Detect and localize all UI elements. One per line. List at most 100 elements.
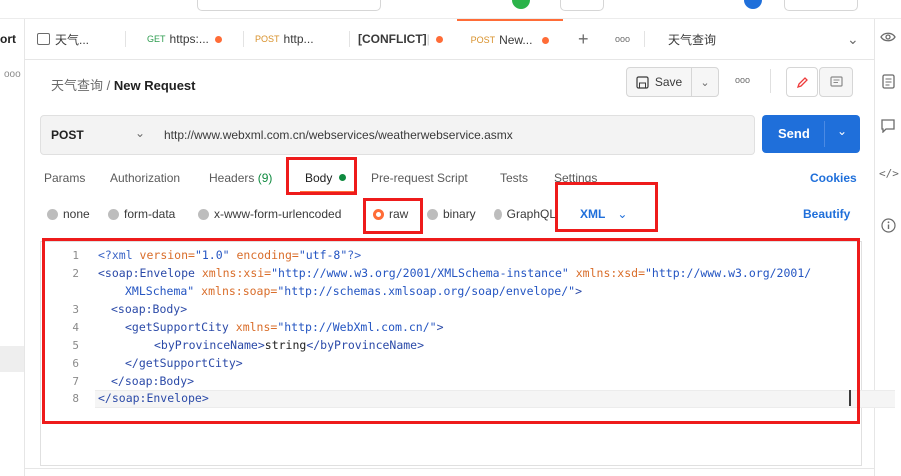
- tab-prerequest-script[interactable]: Pre-request Script: [371, 171, 468, 185]
- line-number: 7: [72, 375, 79, 388]
- comments-icon[interactable]: [879, 119, 897, 137]
- code-line: <soap:Body>: [111, 302, 187, 316]
- unsaved-dot-icon: [542, 36, 550, 44]
- sidebar-more-icon[interactable]: ooo: [4, 69, 21, 80]
- save-icon: [636, 75, 649, 89]
- body-editor[interactable]: 1 2 3 4 5 6 7 8 <?xml version="1.0" enco…: [40, 241, 895, 466]
- send-button[interactable]: Send ⌄: [762, 115, 860, 153]
- documentation-icon[interactable]: [879, 74, 897, 92]
- line-number: 4: [72, 321, 79, 334]
- tab-weather[interactable]: 天气...: [37, 19, 89, 59]
- tab-get-https[interactable]: GET https:...: [147, 19, 222, 59]
- left-sidebar: ort ooo: [0, 19, 25, 476]
- xml-attr: xmlns:xsd=: [568, 266, 645, 280]
- xml-value: "http://www.w3.org/2001/: [645, 266, 812, 280]
- xml-value: "http://WebXml.com.cn/": [277, 320, 437, 334]
- new-tab-button[interactable]: +: [578, 19, 589, 59]
- request-name[interactable]: New Request: [114, 78, 196, 93]
- format-label: XML: [580, 207, 606, 221]
- tab-authorization[interactable]: Authorization: [110, 171, 180, 185]
- xml-value: "http://schemas.xmlsoap.org/soap/envelop…: [277, 284, 576, 298]
- code-line: <?xml version="1.0" encoding="utf-8"?>: [98, 248, 361, 262]
- tab-headers[interactable]: Headers (9): [209, 171, 272, 185]
- comments-button[interactable]: [819, 67, 853, 97]
- xml-attr: xmlns:xsi=: [194, 266, 272, 280]
- xml-value: "1.0": [194, 248, 230, 262]
- tab-method: POST: [255, 34, 280, 44]
- tab-body[interactable]: Body: [305, 171, 346, 185]
- environment-label: 天气查询: [668, 32, 717, 47]
- tab-divider: [349, 31, 350, 47]
- tab-label: New...: [499, 33, 533, 47]
- panel-divider: [25, 468, 874, 469]
- search-bar[interactable]: [197, 0, 381, 11]
- xml-attr: xmlns=: [228, 320, 278, 334]
- radio-circle: [47, 208, 58, 220]
- radio-urlencoded[interactable]: x-www-form-urlencoded: [198, 207, 341, 221]
- tab-divider: [243, 31, 244, 47]
- line-number: 6: [72, 357, 79, 370]
- line-number: 5: [72, 339, 79, 352]
- xml-value: "utf-8": [298, 248, 348, 262]
- code-line: </soap:Envelope>: [98, 391, 209, 405]
- environment-selector[interactable]: 天气查询: [668, 19, 716, 59]
- method-label: POST: [51, 128, 84, 142]
- pencil-icon: [796, 76, 808, 88]
- tab-tests[interactable]: Tests: [500, 171, 528, 185]
- invite-button[interactable]: [560, 0, 604, 11]
- sync-status-icon[interactable]: [512, 0, 530, 9]
- eye-icon[interactable]: [879, 30, 897, 48]
- tab-label-faded: |: [426, 32, 430, 46]
- info-icon[interactable]: [879, 218, 897, 236]
- radio-label: binary: [443, 207, 476, 221]
- sidebar-import-label[interactable]: ort: [0, 32, 16, 46]
- xml-value: XMLSchema": [125, 284, 195, 298]
- line-number: 1: [72, 249, 79, 262]
- xml-tag: </soap:Body>: [111, 374, 195, 388]
- upgrade-button[interactable]: [784, 0, 858, 11]
- avatar[interactable]: [744, 0, 762, 9]
- save-dropdown-button[interactable]: ⌄: [691, 67, 719, 97]
- chevron-down-icon[interactable]: ⌄: [837, 124, 847, 138]
- code-snippet-icon[interactable]: </>: [879, 165, 899, 183]
- radio-label: GraphQL: [506, 207, 556, 221]
- line-number: 3: [72, 303, 79, 316]
- tab-settings[interactable]: Settings: [554, 171, 597, 185]
- line-number: 2: [72, 267, 79, 280]
- tab-method: POST: [470, 35, 496, 45]
- tab-post-http[interactable]: POST http...: [255, 19, 314, 59]
- radio-circle: [427, 208, 438, 220]
- save-button[interactable]: Save: [626, 67, 692, 97]
- sidebar-selected-item[interactable]: [0, 346, 24, 372]
- tab-new-request[interactable]: POST New...: [457, 19, 563, 59]
- method-select[interactable]: POST ⌄: [40, 115, 156, 155]
- radio-graphql[interactable]: GraphQL: [494, 207, 556, 221]
- request-tab-icon: [37, 33, 50, 45]
- active-tab-underline: [300, 191, 356, 193]
- tab-params[interactable]: Params: [44, 171, 85, 185]
- radio-none[interactable]: none: [47, 207, 90, 221]
- tab-conflict[interactable]: [CONFLICT] |: [358, 19, 443, 59]
- chevron-down-icon[interactable]: ⌄: [847, 19, 859, 59]
- radio-binary[interactable]: binary: [427, 207, 476, 221]
- xml-declaration-end: ?>: [347, 248, 362, 262]
- request-more-icon[interactable]: ooo: [735, 75, 750, 85]
- radio-raw[interactable]: raw: [373, 207, 408, 221]
- request-tab-bar: 天气... GET https:... POST http... [CONFLI…: [25, 19, 874, 60]
- xml-attr: version=: [132, 248, 195, 262]
- url-input[interactable]: http://www.webxml.com.cn/webservices/wea…: [154, 115, 755, 155]
- tab-more-icon[interactable]: ooo: [615, 19, 630, 59]
- edit-button[interactable]: [786, 67, 818, 97]
- radio-form-data[interactable]: form-data: [108, 207, 175, 221]
- beautify-button[interactable]: Beautify: [803, 207, 850, 221]
- tab-divider: [644, 31, 645, 47]
- xml-declaration: <?xml: [98, 248, 133, 262]
- radio-label: none: [63, 207, 90, 221]
- breadcrumb-parent[interactable]: 天气查询: [51, 78, 103, 93]
- radio-label: raw: [389, 207, 409, 221]
- format-select[interactable]: XML ⌄: [580, 207, 627, 221]
- cookies-link[interactable]: Cookies: [810, 171, 857, 185]
- radio-circle-selected: [373, 208, 384, 220]
- unsaved-dot-icon: [435, 35, 443, 43]
- xml-tag: </byProvinceName>: [306, 338, 425, 352]
